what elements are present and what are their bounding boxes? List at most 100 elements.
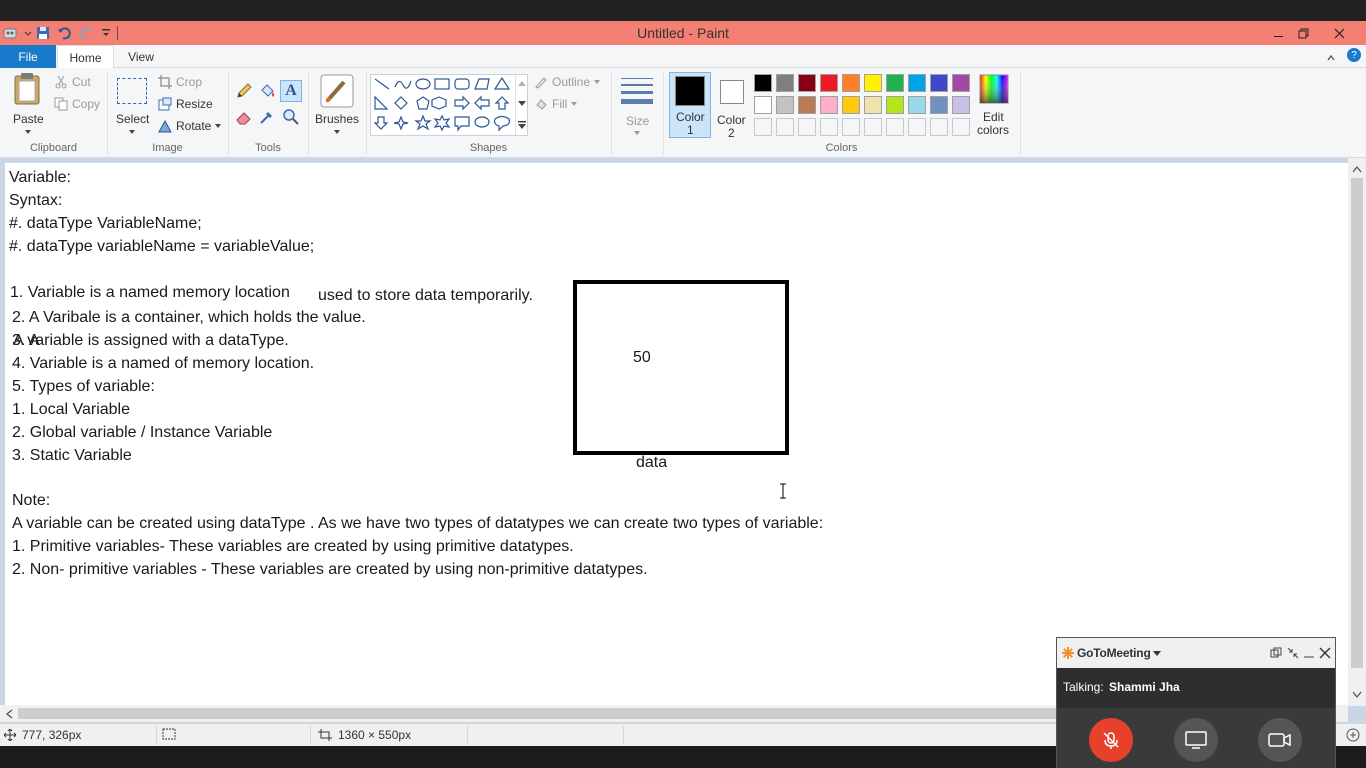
minimize-button[interactable] <box>1265 21 1291 45</box>
copy-label: Copy <box>72 97 101 111</box>
color1-button[interactable]: Color 1 <box>669 72 711 138</box>
paste-dropdown-icon <box>25 130 31 134</box>
talking-name: Shammi Jha <box>1109 680 1180 694</box>
move-cursor-icon <box>4 729 16 741</box>
palette-swatch[interactable] <box>776 96 794 114</box>
palette-swatch[interactable] <box>776 74 794 92</box>
palette-swatch[interactable] <box>798 118 816 136</box>
restore-button[interactable] <box>1290 21 1316 45</box>
shapes-gallery[interactable] <box>370 74 528 136</box>
palette-swatch[interactable] <box>908 96 926 114</box>
brushes-button[interactable]: Brushes <box>313 72 361 138</box>
crop-button[interactable]: Crop <box>158 75 202 89</box>
canvas-text-line: 5. Types of variable: <box>12 378 155 395</box>
fill-label: Fill <box>552 97 568 111</box>
selection-size <box>162 728 176 740</box>
drawing-canvas[interactable]: Variable: Syntax: #. dataType VariableNa… <box>5 163 1348 705</box>
palette-swatch[interactable] <box>842 74 860 92</box>
tab-file[interactable]: File <box>0 45 56 68</box>
palette-swatch[interactable] <box>886 74 904 92</box>
canvas-text-line: 2. A Varibale is a container, which hold… <box>12 309 366 326</box>
cursor-position: 777, 326px <box>4 728 81 742</box>
meeting-controls <box>1057 708 1335 768</box>
vertical-scrollbar[interactable] <box>1348 158 1366 706</box>
mute-button[interactable] <box>1089 718 1133 762</box>
box-label: data <box>636 454 668 471</box>
minimize-ribbon-icon[interactable] <box>1326 50 1336 68</box>
minimize-icon[interactable] <box>1303 647 1315 659</box>
tab-home[interactable]: Home <box>57 45 114 69</box>
collapse-icon[interactable] <box>1287 647 1299 659</box>
ribbon-tabs: File Home View ? <box>0 45 1366 69</box>
close-icon[interactable] <box>1319 647 1331 659</box>
palette-swatch[interactable] <box>842 118 860 136</box>
text-tool-icon[interactable]: A <box>280 80 302 102</box>
color-picker-icon[interactable] <box>258 108 276 131</box>
edit-colors-button[interactable]: Edit colors <box>975 72 1013 138</box>
palette-swatch[interactable] <box>820 96 838 114</box>
resize-button[interactable]: Resize <box>158 97 213 111</box>
palette-swatch[interactable] <box>820 74 838 92</box>
outline-button[interactable]: Outline <box>534 75 601 89</box>
popout-icon[interactable] <box>1270 647 1282 659</box>
status-separator <box>310 726 311 744</box>
microphone-muted-icon <box>1103 732 1119 749</box>
palette-swatch[interactable] <box>776 118 794 136</box>
cut-label: Cut <box>72 75 91 89</box>
palette-swatch[interactable] <box>754 96 772 114</box>
screen-share-button[interactable] <box>1174 718 1218 762</box>
size-dropdown-icon <box>634 131 640 135</box>
palette-swatch[interactable] <box>842 96 860 114</box>
color2-button[interactable]: Color 2 <box>712 72 750 140</box>
text-cursor-icon <box>780 483 786 499</box>
cut-button[interactable]: Cut <box>54 75 91 89</box>
palette-swatch[interactable] <box>930 118 948 136</box>
canvas-text-line: used to store data temporarily. <box>318 287 533 304</box>
palette-swatch[interactable] <box>820 118 838 136</box>
rotate-icon <box>158 119 172 133</box>
brand-dropdown-icon[interactable] <box>1153 651 1161 657</box>
palette-swatch[interactable] <box>952 96 970 114</box>
horizontal-scroll-thumb[interactable] <box>18 708 1056 719</box>
close-button[interactable] <box>1326 21 1352 45</box>
size-button[interactable]: Size <box>616 72 658 138</box>
magnifier-icon[interactable] <box>282 108 300 131</box>
palette-swatch[interactable] <box>930 96 948 114</box>
brushes-dropdown-icon <box>334 130 340 134</box>
palette-swatch[interactable] <box>908 74 926 92</box>
palette-swatch[interactable] <box>798 96 816 114</box>
video-camera-icon <box>1268 733 1291 747</box>
color-spectrum-icon <box>979 74 1009 104</box>
select-button[interactable]: Select <box>114 72 152 136</box>
title-bar: Untitled - Paint <box>0 21 1366 45</box>
camera-button[interactable] <box>1258 718 1302 762</box>
tab-view[interactable]: View <box>114 45 168 68</box>
palette-swatch[interactable] <box>864 74 882 92</box>
palette-swatch[interactable] <box>798 74 816 92</box>
palette-swatch[interactable] <box>864 96 882 114</box>
palette-swatch[interactable] <box>930 74 948 92</box>
rotate-button[interactable]: Rotate <box>158 119 222 133</box>
paste-icon <box>14 73 40 105</box>
fill-button[interactable]: Fill <box>534 97 578 111</box>
minimize-icon <box>1273 35 1283 37</box>
paste-button[interactable]: Paste <box>8 72 48 136</box>
zoom-in-icon[interactable] <box>1346 728 1360 742</box>
palette-swatch[interactable] <box>754 118 772 136</box>
help-icon[interactable]: ? <box>1347 48 1361 62</box>
eraser-icon[interactable] <box>235 108 253 131</box>
copy-button[interactable]: Copy <box>54 97 100 111</box>
palette-swatch[interactable] <box>754 74 772 92</box>
window-title: Untitled - Paint <box>637 25 729 41</box>
fill-bucket-icon[interactable] <box>258 82 276 105</box>
palette-swatch[interactable] <box>952 118 970 136</box>
palette-swatch[interactable] <box>864 118 882 136</box>
palette-swatch[interactable] <box>886 118 904 136</box>
copy-icon <box>54 97 68 111</box>
vertical-scroll-thumb[interactable] <box>1351 178 1363 668</box>
pencil-icon[interactable] <box>235 82 253 105</box>
palette-swatch[interactable] <box>908 118 926 136</box>
palette-swatch[interactable] <box>952 74 970 92</box>
palette-swatch[interactable] <box>886 96 904 114</box>
shapes-scroll[interactable] <box>515 75 527 135</box>
